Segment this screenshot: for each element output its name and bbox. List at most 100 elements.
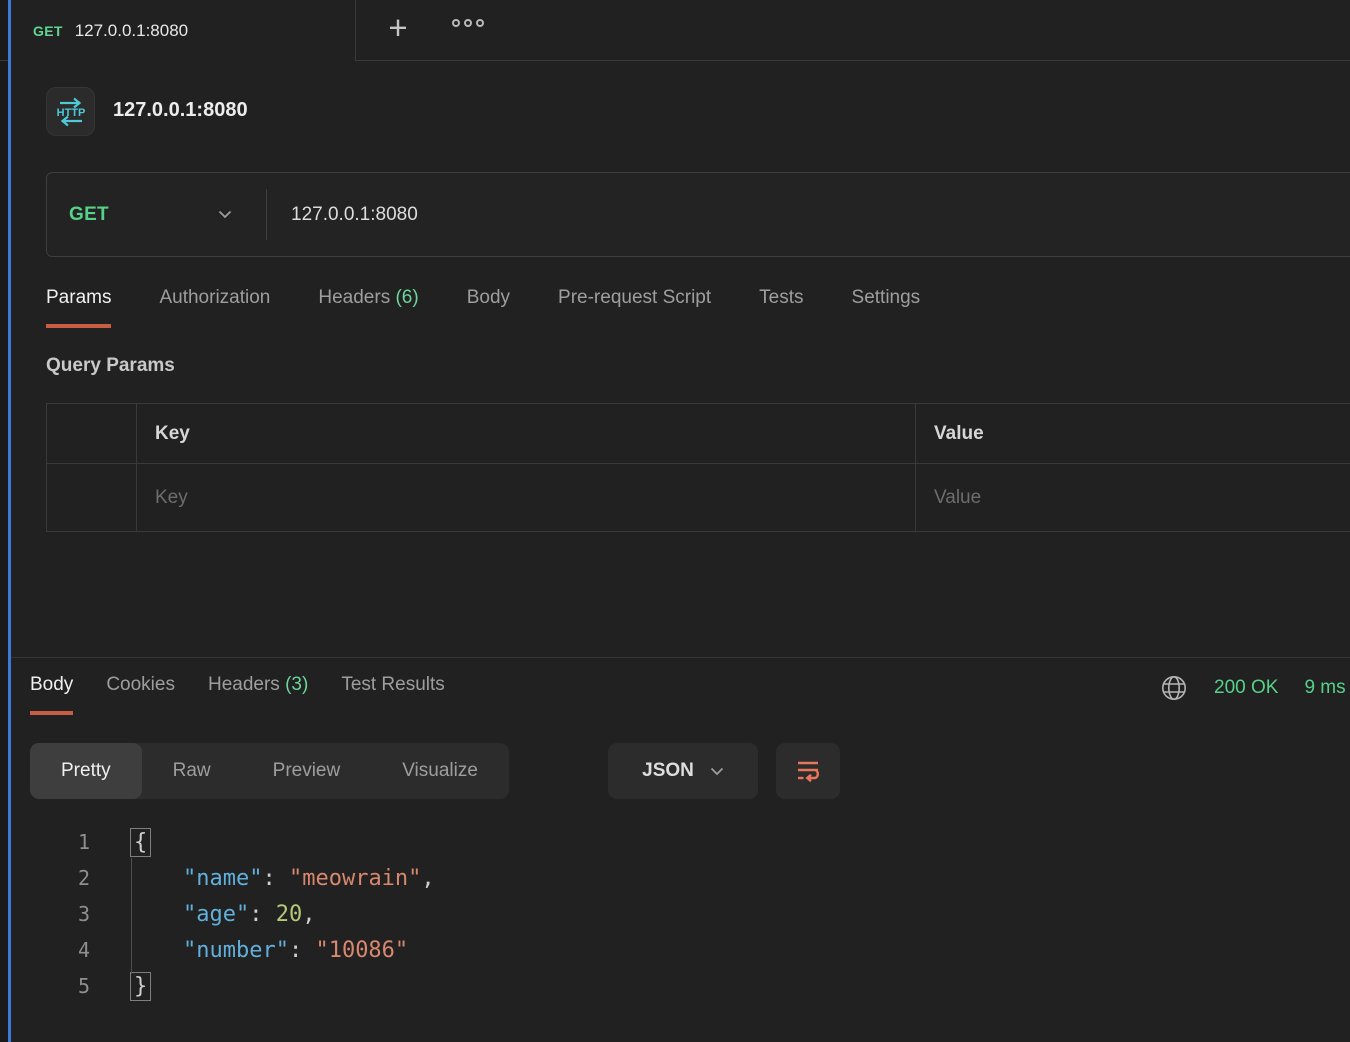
code-line: 3 "age": 20, (0, 896, 1350, 932)
response-tab-cookies[interactable]: Cookies (106, 674, 175, 715)
chevron-down-icon (218, 210, 232, 219)
response-tab-headers[interactable]: Headers (3) (208, 674, 308, 715)
line-content: "number": "10086" (90, 938, 408, 963)
token-key: "name" (183, 866, 262, 891)
line-number: 3 (0, 902, 90, 926)
svg-text:HTTP: HTTP (56, 107, 85, 119)
tab-label: Test Results (341, 674, 444, 695)
view-tab-visualize[interactable]: Visualize (371, 743, 509, 799)
network-globe-icon[interactable] (1160, 674, 1188, 702)
response-body-editor[interactable]: 1{2 "name": "meowrain",3 "age": 20,4 "nu… (0, 824, 1350, 1004)
token-punct: , (302, 902, 315, 927)
request-tab-headers[interactable]: Headers (6) (318, 287, 418, 328)
request-tabs: Params Authorization Headers (6) Body Pre-re… (46, 287, 920, 328)
table-header-row: Key Value (47, 404, 1350, 464)
tab-label: Tests (759, 287, 803, 308)
token-punct: : (289, 938, 316, 963)
tab-label: Body (30, 674, 73, 695)
query-params-heading: Query Params (46, 355, 175, 377)
response-section-divider (11, 657, 1350, 658)
indent-guide (131, 858, 132, 974)
http-protocol-icon: HTTP (46, 87, 95, 136)
response-view-tabs: PrettyRawPreviewVisualize (30, 743, 509, 799)
token-brace: { (130, 828, 151, 857)
code-line: 4 "number": "10086" (0, 932, 1350, 968)
row-select-cell[interactable] (47, 464, 137, 531)
format-value: JSON (642, 760, 694, 782)
tab-label: Body (467, 287, 510, 308)
line-number: 5 (0, 974, 90, 998)
http-arrows-icon: HTTP (54, 95, 88, 129)
response-tab-body[interactable]: Body (30, 674, 73, 715)
method-dropdown[interactable]: GET (47, 173, 266, 256)
token-num: 20 (276, 902, 303, 927)
tab-count: (6) (395, 287, 418, 308)
url-bar: GET 127.0.0.1:8080 (46, 172, 1350, 257)
request-tab-body[interactable]: Body (467, 287, 510, 328)
more-options-button[interactable] (452, 16, 484, 30)
line-number: 2 (0, 866, 90, 890)
response-meta: 200 OK 9 ms (1160, 674, 1346, 702)
line-number: 4 (0, 938, 90, 962)
tab-label: Authorization (159, 287, 270, 308)
line-number: 1 (0, 830, 90, 854)
token-ws (130, 902, 183, 927)
view-tab-pretty[interactable]: Pretty (30, 743, 142, 799)
value-input[interactable]: Value (916, 464, 1350, 531)
token-key: "number" (183, 938, 289, 963)
request-title: 127.0.0.1:8080 (113, 99, 248, 122)
key-column-header: Key (137, 404, 916, 463)
method-value: GET (69, 204, 109, 226)
status-badge: 200 OK (1214, 677, 1278, 699)
query-params-table: Key Value Key Value (46, 403, 1350, 532)
view-tab-preview[interactable]: Preview (242, 743, 372, 799)
token-brace: } (130, 972, 151, 1001)
request-tab-settings[interactable]: Settings (852, 287, 921, 328)
tab-label: Settings (852, 287, 921, 308)
row-select-header-cell (47, 404, 137, 463)
token-ws (130, 866, 183, 891)
line-content: "name": "meowrain", (90, 866, 435, 891)
tab-method-label: GET (33, 23, 63, 39)
request-tab-tests[interactable]: Tests (759, 287, 803, 328)
token-punct: : (249, 902, 276, 927)
tab-label: Headers (208, 674, 280, 695)
request-tab-pre-request-script[interactable]: Pre-request Script (558, 287, 711, 328)
tab-label: Pre-request Script (558, 287, 711, 308)
url-input[interactable]: 127.0.0.1:8080 (267, 173, 1350, 256)
add-tab-button[interactable]: + (380, 4, 416, 50)
response-time: 9 ms (1304, 677, 1345, 699)
tab-count: (3) (285, 674, 308, 695)
key-input[interactable]: Key (137, 464, 916, 531)
value-column-header: Value (916, 404, 1350, 463)
format-dropdown[interactable]: JSON (608, 743, 758, 799)
line-content: } (90, 974, 151, 999)
request-tab-params[interactable]: Params (46, 287, 111, 328)
wrap-lines-button[interactable] (776, 743, 840, 799)
response-tab-test-results[interactable]: Test Results (341, 674, 444, 715)
request-tab-active[interactable]: GET 127.0.0.1:8080 (11, 0, 356, 61)
tab-label: Cookies (106, 674, 175, 695)
tab-title: 127.0.0.1:8080 (75, 21, 188, 41)
ellipsis-icon (452, 19, 460, 27)
plus-icon: + (388, 11, 407, 44)
line-wrap-icon (794, 757, 822, 785)
chevron-down-icon (710, 767, 724, 776)
line-content: { (90, 830, 151, 855)
view-tab-raw[interactable]: Raw (142, 743, 242, 799)
token-str: "10086" (315, 938, 408, 963)
response-tabs: Body Cookies Headers (3) Test Results (30, 674, 445, 715)
code-line: 2 "name": "meowrain", (0, 860, 1350, 896)
request-tab-authorization[interactable]: Authorization (159, 287, 270, 328)
line-content: "age": 20, (90, 902, 315, 927)
tab-label: Params (46, 287, 111, 308)
token-punct: : (262, 866, 289, 891)
token-punct: , (421, 866, 434, 891)
tab-label: Headers (318, 287, 390, 308)
pane-resize-handle[interactable] (8, 0, 11, 1042)
token-ws (130, 938, 183, 963)
token-str: "meowrain" (289, 866, 421, 891)
code-line: 5} (0, 968, 1350, 1004)
token-key: "age" (183, 902, 249, 927)
table-row: Key Value (47, 464, 1350, 531)
